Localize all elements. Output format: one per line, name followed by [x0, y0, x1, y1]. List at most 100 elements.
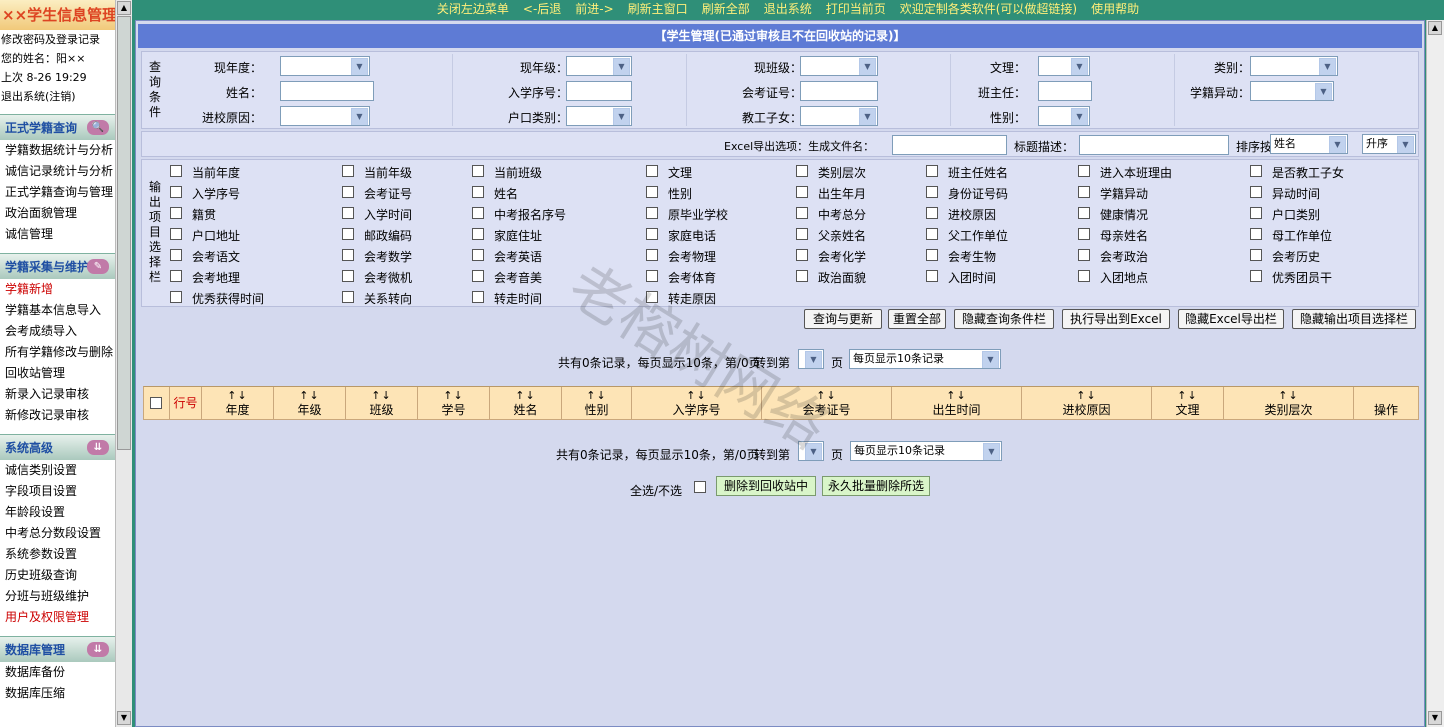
- output-field-checkbox[interactable]: [646, 291, 658, 303]
- scroll-down-icon[interactable]: ▼: [1428, 711, 1442, 725]
- top-nav-link[interactable]: 打印当前页: [826, 2, 886, 16]
- top-nav-link[interactable]: 前进->: [575, 2, 613, 16]
- scroll-thumb[interactable]: [117, 16, 131, 450]
- query-input[interactable]: [280, 81, 374, 101]
- column-header[interactable]: ↑↓ 年级: [274, 387, 346, 419]
- sort-order-select[interactable]: 升序: [1362, 134, 1416, 154]
- sort-arrows-icon[interactable]: ↑↓: [1224, 389, 1353, 403]
- column-header[interactable]: ↑↓ 性别: [562, 387, 632, 419]
- query-select[interactable]: [566, 56, 632, 76]
- top-nav-link[interactable]: 使用帮助: [1091, 2, 1139, 16]
- query-select[interactable]: [280, 106, 370, 126]
- scroll-up-icon[interactable]: ▲: [117, 1, 131, 15]
- select-all-checkbox[interactable]: [694, 481, 706, 493]
- sidebar-item[interactable]: 学籍基本信息导入: [0, 300, 115, 321]
- sidebar-item[interactable]: 用户及权限管理: [0, 607, 115, 628]
- sidebar-item[interactable]: 系统参数设置: [0, 544, 115, 565]
- output-field-checkbox[interactable]: [170, 228, 182, 240]
- output-field-checkbox[interactable]: [1250, 228, 1262, 240]
- query-input[interactable]: [800, 81, 878, 101]
- query-select[interactable]: [800, 56, 878, 76]
- recycle-button[interactable]: 删除到回收站中: [716, 476, 816, 496]
- sort-arrows-icon[interactable]: ↑↓: [274, 389, 345, 403]
- sort-arrows-icon[interactable]: ↑↓: [1022, 389, 1151, 403]
- output-field-checkbox[interactable]: [342, 249, 354, 261]
- output-field-checkbox[interactable]: [796, 228, 808, 240]
- output-field-checkbox[interactable]: [1078, 165, 1090, 177]
- page-select-bottom[interactable]: [798, 441, 824, 461]
- sort-arrows-icon[interactable]: ↑↓: [1152, 389, 1223, 403]
- hide-excel-button[interactable]: 隐藏Excel导出栏: [1178, 309, 1284, 329]
- top-nav-link[interactable]: 欢迎定制各类软件(可以做超链接): [900, 2, 1077, 16]
- column-header[interactable]: ↑↓ 出生时间: [892, 387, 1022, 419]
- magnify-icon[interactable]: 🔍: [87, 120, 109, 135]
- sidebar-item[interactable]: 回收站管理: [0, 363, 115, 384]
- sidebar-item[interactable]: 政治面貌管理: [0, 203, 115, 224]
- sidebar-item[interactable]: 数据库压缩: [0, 683, 115, 704]
- menu-section-header[interactable]: 正式学籍查询 🔍: [0, 114, 115, 140]
- per-page-select-top[interactable]: 每页显示10条记录: [849, 349, 1001, 369]
- permanent-delete-button[interactable]: 永久批量删除所选: [822, 476, 930, 496]
- menu-section-header[interactable]: 数据库管理 ⇊: [0, 636, 115, 662]
- sidebar-item[interactable]: 中考总分数段设置: [0, 523, 115, 544]
- column-header[interactable]: ↑↓ 会考证号: [762, 387, 892, 419]
- query-select[interactable]: [800, 106, 878, 126]
- scroll-down-icon[interactable]: ▼: [117, 711, 131, 725]
- output-field-checkbox[interactable]: [342, 228, 354, 240]
- column-header[interactable]: ↑↓ 进校原因: [1022, 387, 1152, 419]
- sort-arrows-icon[interactable]: ↑↓: [632, 389, 761, 403]
- sidebar-item[interactable]: 新修改记录审核: [0, 405, 115, 426]
- output-field-checkbox[interactable]: [1250, 207, 1262, 219]
- output-field-checkbox[interactable]: [926, 207, 938, 219]
- query-select[interactable]: [1038, 56, 1090, 76]
- output-field-checkbox[interactable]: [646, 228, 658, 240]
- sidebar-item[interactable]: 诚信管理: [0, 224, 115, 245]
- output-field-checkbox[interactable]: [472, 291, 484, 303]
- column-header[interactable]: ↑↓ 年度: [202, 387, 274, 419]
- output-field-checkbox[interactable]: [170, 291, 182, 303]
- left-scrollbar[interactable]: ▲ ▼: [115, 0, 132, 727]
- page-select-top[interactable]: [798, 349, 824, 369]
- query-select[interactable]: [1250, 56, 1338, 76]
- sidebar-item[interactable]: 正式学籍查询与管理: [0, 182, 115, 203]
- sidebar-item[interactable]: 诚信记录统计与分析: [0, 161, 115, 182]
- sidebar-item[interactable]: 字段项目设置: [0, 481, 115, 502]
- output-field-checkbox[interactable]: [1250, 270, 1262, 282]
- sort-field-select[interactable]: 姓名: [1270, 134, 1348, 154]
- export-excel-button[interactable]: 执行导出到Excel: [1062, 309, 1170, 329]
- logout-link[interactable]: 退出系统(注销): [0, 87, 115, 106]
- output-field-checkbox[interactable]: [1250, 186, 1262, 198]
- sidebar-item[interactable]: 学籍数据统计与分析: [0, 140, 115, 161]
- output-field-checkbox[interactable]: [1078, 249, 1090, 261]
- edit-icon[interactable]: ✎: [87, 259, 109, 274]
- menu-section-header[interactable]: 系统高级 ⇊: [0, 434, 115, 460]
- column-header[interactable]: ↑↓ 文理: [1152, 387, 1224, 419]
- top-nav-link[interactable]: 刷新全部: [702, 2, 750, 16]
- top-nav-link[interactable]: <-后退: [523, 2, 561, 16]
- output-field-checkbox[interactable]: [646, 165, 658, 177]
- scroll-up-icon[interactable]: ▲: [1428, 21, 1442, 35]
- output-field-checkbox[interactable]: [472, 207, 484, 219]
- output-field-checkbox[interactable]: [796, 186, 808, 198]
- column-header[interactable]: ↑↓ 班级: [346, 387, 418, 419]
- sort-arrows-icon[interactable]: ↑↓: [418, 389, 489, 403]
- output-field-checkbox[interactable]: [646, 186, 658, 198]
- arrow-down-icon[interactable]: ⇊: [87, 642, 109, 657]
- output-field-checkbox[interactable]: [472, 186, 484, 198]
- output-field-checkbox[interactable]: [170, 207, 182, 219]
- sidebar-item[interactable]: 新录入记录审核: [0, 384, 115, 405]
- output-field-checkbox[interactable]: [472, 165, 484, 177]
- header-checkbox[interactable]: [150, 397, 162, 409]
- sidebar-item[interactable]: 分班与班级维护: [0, 586, 115, 607]
- output-field-checkbox[interactable]: [796, 165, 808, 177]
- sort-arrows-icon[interactable]: ↑↓: [762, 389, 891, 403]
- sort-arrows-icon[interactable]: ↑↓: [202, 389, 273, 403]
- output-field-checkbox[interactable]: [646, 270, 658, 282]
- output-field-checkbox[interactable]: [472, 249, 484, 261]
- sort-arrows-icon[interactable]: ↑↓: [490, 389, 561, 403]
- query-update-button[interactable]: 查询与更新: [804, 309, 882, 329]
- sidebar-item[interactable]: 数据库备份: [0, 662, 115, 683]
- output-field-checkbox[interactable]: [646, 249, 658, 261]
- output-field-checkbox[interactable]: [342, 291, 354, 303]
- hide-output-button[interactable]: 隐藏输出项目选择栏: [1292, 309, 1416, 329]
